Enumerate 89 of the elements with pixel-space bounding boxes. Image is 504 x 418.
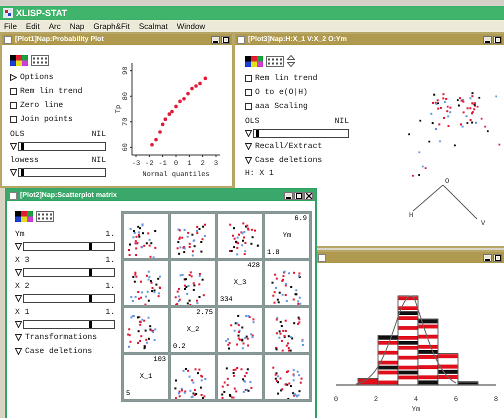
checkbox-label: Zero line — [20, 101, 64, 110]
disclosure-triangle-icon — [10, 169, 17, 176]
maximize-icon — [222, 36, 228, 42]
variable-label: H: X 1 — [245, 169, 275, 178]
maximize-icon — [494, 254, 500, 260]
minimize-button[interactable] — [284, 192, 293, 200]
slider-track[interactable] — [23, 268, 115, 277]
menu-item[interactable]: Scalmat — [138, 22, 168, 30]
disclosure-label[interactable]: Case deletions — [255, 156, 322, 165]
slider-thumb[interactable] — [88, 321, 92, 328]
slider-reading: 1. — [105, 308, 115, 317]
color-palette-icon — [15, 211, 33, 222]
slider-label: lowess — [10, 156, 39, 165]
disclosure-label[interactable]: Case deletions — [25, 347, 92, 356]
checkbox-label: O to e(O|H) — [255, 88, 308, 97]
data-point — [158, 130, 162, 134]
close-button[interactable] — [304, 192, 313, 200]
checkbox[interactable] — [245, 75, 252, 82]
slider-thumb[interactable] — [20, 143, 24, 150]
slider-track[interactable] — [18, 168, 106, 177]
disclosure-triangle-icon — [15, 321, 22, 328]
checkbox[interactable] — [245, 103, 252, 110]
disclosure-triangle-icon — [15, 269, 22, 276]
menu-item[interactable]: Nap — [70, 22, 84, 30]
checkbox[interactable] — [10, 102, 17, 109]
slider-track[interactable] — [23, 294, 115, 303]
spin-arrows-icon — [287, 55, 295, 67]
disclosure-triangle-icon — [15, 295, 22, 302]
menu-item[interactable]: Arc — [48, 22, 61, 30]
slider-reading: NIL — [92, 130, 106, 139]
checkbox[interactable] — [10, 88, 17, 95]
color-palette-icon — [10, 55, 28, 66]
disclosure-triangle-icon — [245, 130, 252, 137]
maximize-button[interactable] — [493, 254, 502, 262]
slider-reading: 1. — [105, 256, 115, 265]
disclosure-triangle-icon — [15, 243, 22, 250]
slider-track[interactable] — [23, 242, 115, 251]
symbol-palette-icon — [266, 56, 284, 66]
slider-track[interactable] — [23, 320, 115, 329]
document-icon — [237, 36, 245, 44]
slider-track[interactable] — [253, 129, 349, 138]
slider-thumb[interactable] — [88, 295, 92, 302]
document-icon — [9, 192, 17, 200]
checkbox-label: Rem lin trend — [255, 74, 318, 83]
maximize-button[interactable] — [221, 36, 230, 44]
slider-thumb[interactable] — [88, 269, 92, 276]
maximize-icon — [494, 36, 500, 42]
slider-label: OLS — [245, 117, 260, 126]
slider-reading: 1. — [105, 282, 115, 291]
slider-label: Ym — [15, 230, 25, 239]
slider-label: X 2 — [15, 282, 30, 291]
symbol-palette-icon — [36, 211, 54, 222]
menu-item[interactable]: Edit — [26, 22, 40, 30]
maximize-button[interactable] — [493, 36, 502, 44]
slider-thumb[interactable] — [256, 130, 259, 137]
minimize-button[interactable] — [483, 36, 492, 44]
minimize-button[interactable] — [211, 36, 220, 44]
slider-thumb[interactable] — [88, 243, 92, 250]
data-point — [204, 76, 208, 80]
disclosure-triangle-icon — [10, 143, 17, 150]
axes-drawing — [412, 184, 478, 220]
checkbox-label: Rem lin trend — [20, 87, 82, 96]
maximize-button[interactable] — [294, 192, 303, 200]
slider-label: X 1 — [15, 308, 30, 317]
slider-label: X 3 — [15, 256, 30, 265]
slider-reading: NIL — [92, 156, 106, 165]
disclosure-label[interactable]: Options — [20, 73, 54, 82]
menu-item[interactable]: Graph&Fit — [93, 22, 130, 30]
app-title: XLISP-STAT — [16, 8, 68, 18]
symbol-palette-icon — [31, 55, 49, 66]
disclosure-label[interactable]: Transformations — [25, 333, 98, 342]
minimize-button[interactable] — [483, 254, 492, 262]
disclosure-label[interactable]: Recall/Extract — [255, 142, 322, 151]
maximize-icon — [296, 192, 302, 198]
slider-label: OLS — [10, 130, 24, 139]
checkbox[interactable] — [10, 116, 17, 123]
app-icon — [3, 8, 13, 18]
slider-reading: NIL — [334, 117, 349, 126]
menu-item[interactable]: Window — [176, 22, 206, 30]
menu-item[interactable]: File — [4, 22, 17, 30]
slider-reading: 1. — [105, 230, 115, 239]
slider-track[interactable] — [18, 142, 106, 151]
checkbox-label: Join points — [20, 115, 73, 124]
checkbox-label: aaa Scaling — [255, 102, 308, 111]
close-icon — [306, 192, 312, 198]
slider-thumb[interactable] — [20, 169, 24, 176]
document-icon — [4, 36, 12, 44]
color-palette-icon — [245, 56, 263, 66]
checkbox[interactable] — [245, 89, 252, 96]
